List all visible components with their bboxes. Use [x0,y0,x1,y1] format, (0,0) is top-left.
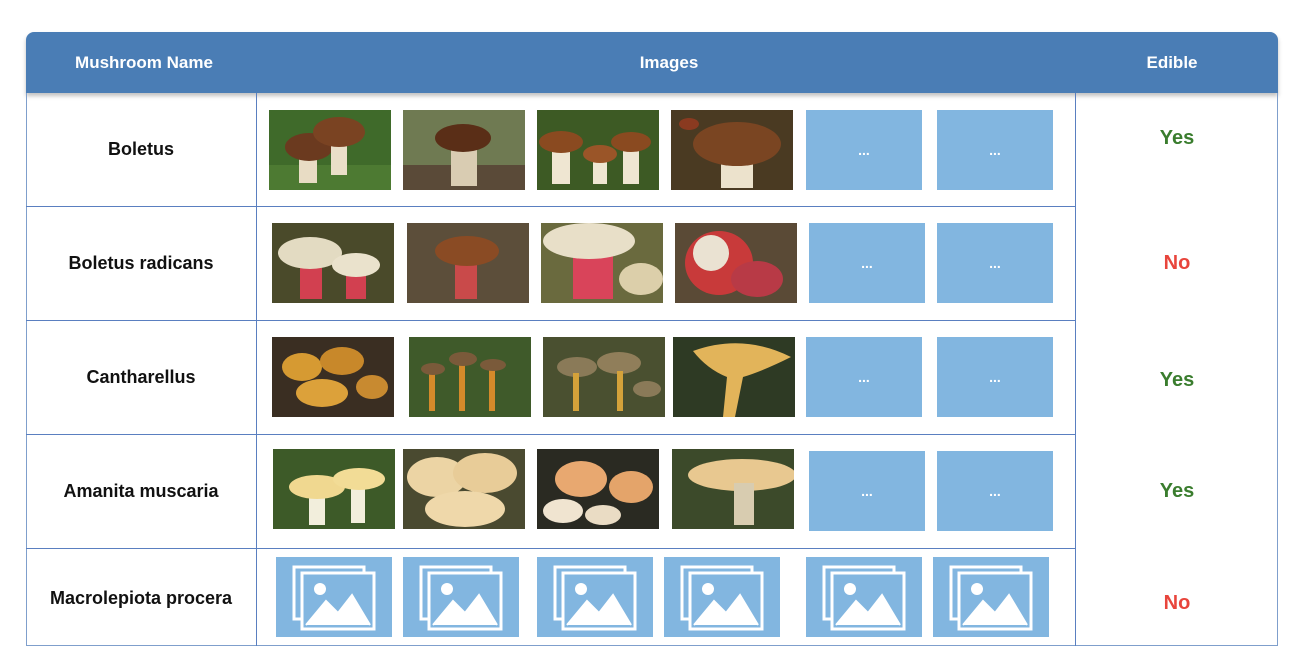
mushroom-photo [675,223,797,303]
more-images-placeholder: ... [937,451,1053,531]
mushroom-table: Mushroom Name Images Edible Boletus Yes … [26,32,1278,646]
mushroom-photo [409,337,531,417]
mushroom-photo [269,110,391,190]
mushroom-photo [272,337,394,417]
more-images-placeholder: ... [937,223,1053,303]
mushroom-name: Boletus radicans [68,253,214,273]
more-images-placeholder: ... [937,337,1053,417]
image-placeholder-icon [276,557,392,637]
image-placeholder-icon [537,557,653,637]
mushroom-photo [537,449,659,529]
more-images-placeholder: ... [937,110,1053,190]
header-mushroom-name: Mushroom Name [75,53,213,72]
more-images-placeholder: ... [806,337,922,417]
edible-value: No [1163,591,1191,614]
image-placeholder-icon [664,557,780,637]
mushroom-photo [671,110,793,190]
mushroom-photo [273,449,395,529]
mushroom-name: Cantharellus [86,367,196,387]
edible-value: Yes [1159,127,1195,149]
mushroom-photo [403,110,525,190]
more-images-placeholder: ... [806,110,922,190]
mushroom-photo [272,223,394,303]
header-images: Images [639,53,699,72]
mushroom-name: Macrolepiota procera [49,587,233,608]
mushroom-photo [673,337,795,417]
edible-value: No [1163,252,1191,274]
image-placeholder-icon [806,557,922,637]
more-images-placeholder: ... [809,223,925,303]
image-placeholder-icon [403,557,519,637]
more-images-placeholder: ... [809,451,925,531]
edible-value: Yes [1159,480,1195,502]
mushroom-photo [403,449,525,529]
mushroom-photo [407,223,529,303]
edible-value: Yes [1159,369,1195,391]
column-divider [256,93,257,646]
image-placeholder-icon [933,557,1049,637]
mushroom-photo [537,110,659,190]
mushroom-photo [543,337,665,417]
mushroom-photo [672,449,794,529]
mushroom-name: Boletus [107,139,174,159]
mushroom-name: Amanita muscaria [63,481,219,501]
mushroom-photo [541,223,663,303]
